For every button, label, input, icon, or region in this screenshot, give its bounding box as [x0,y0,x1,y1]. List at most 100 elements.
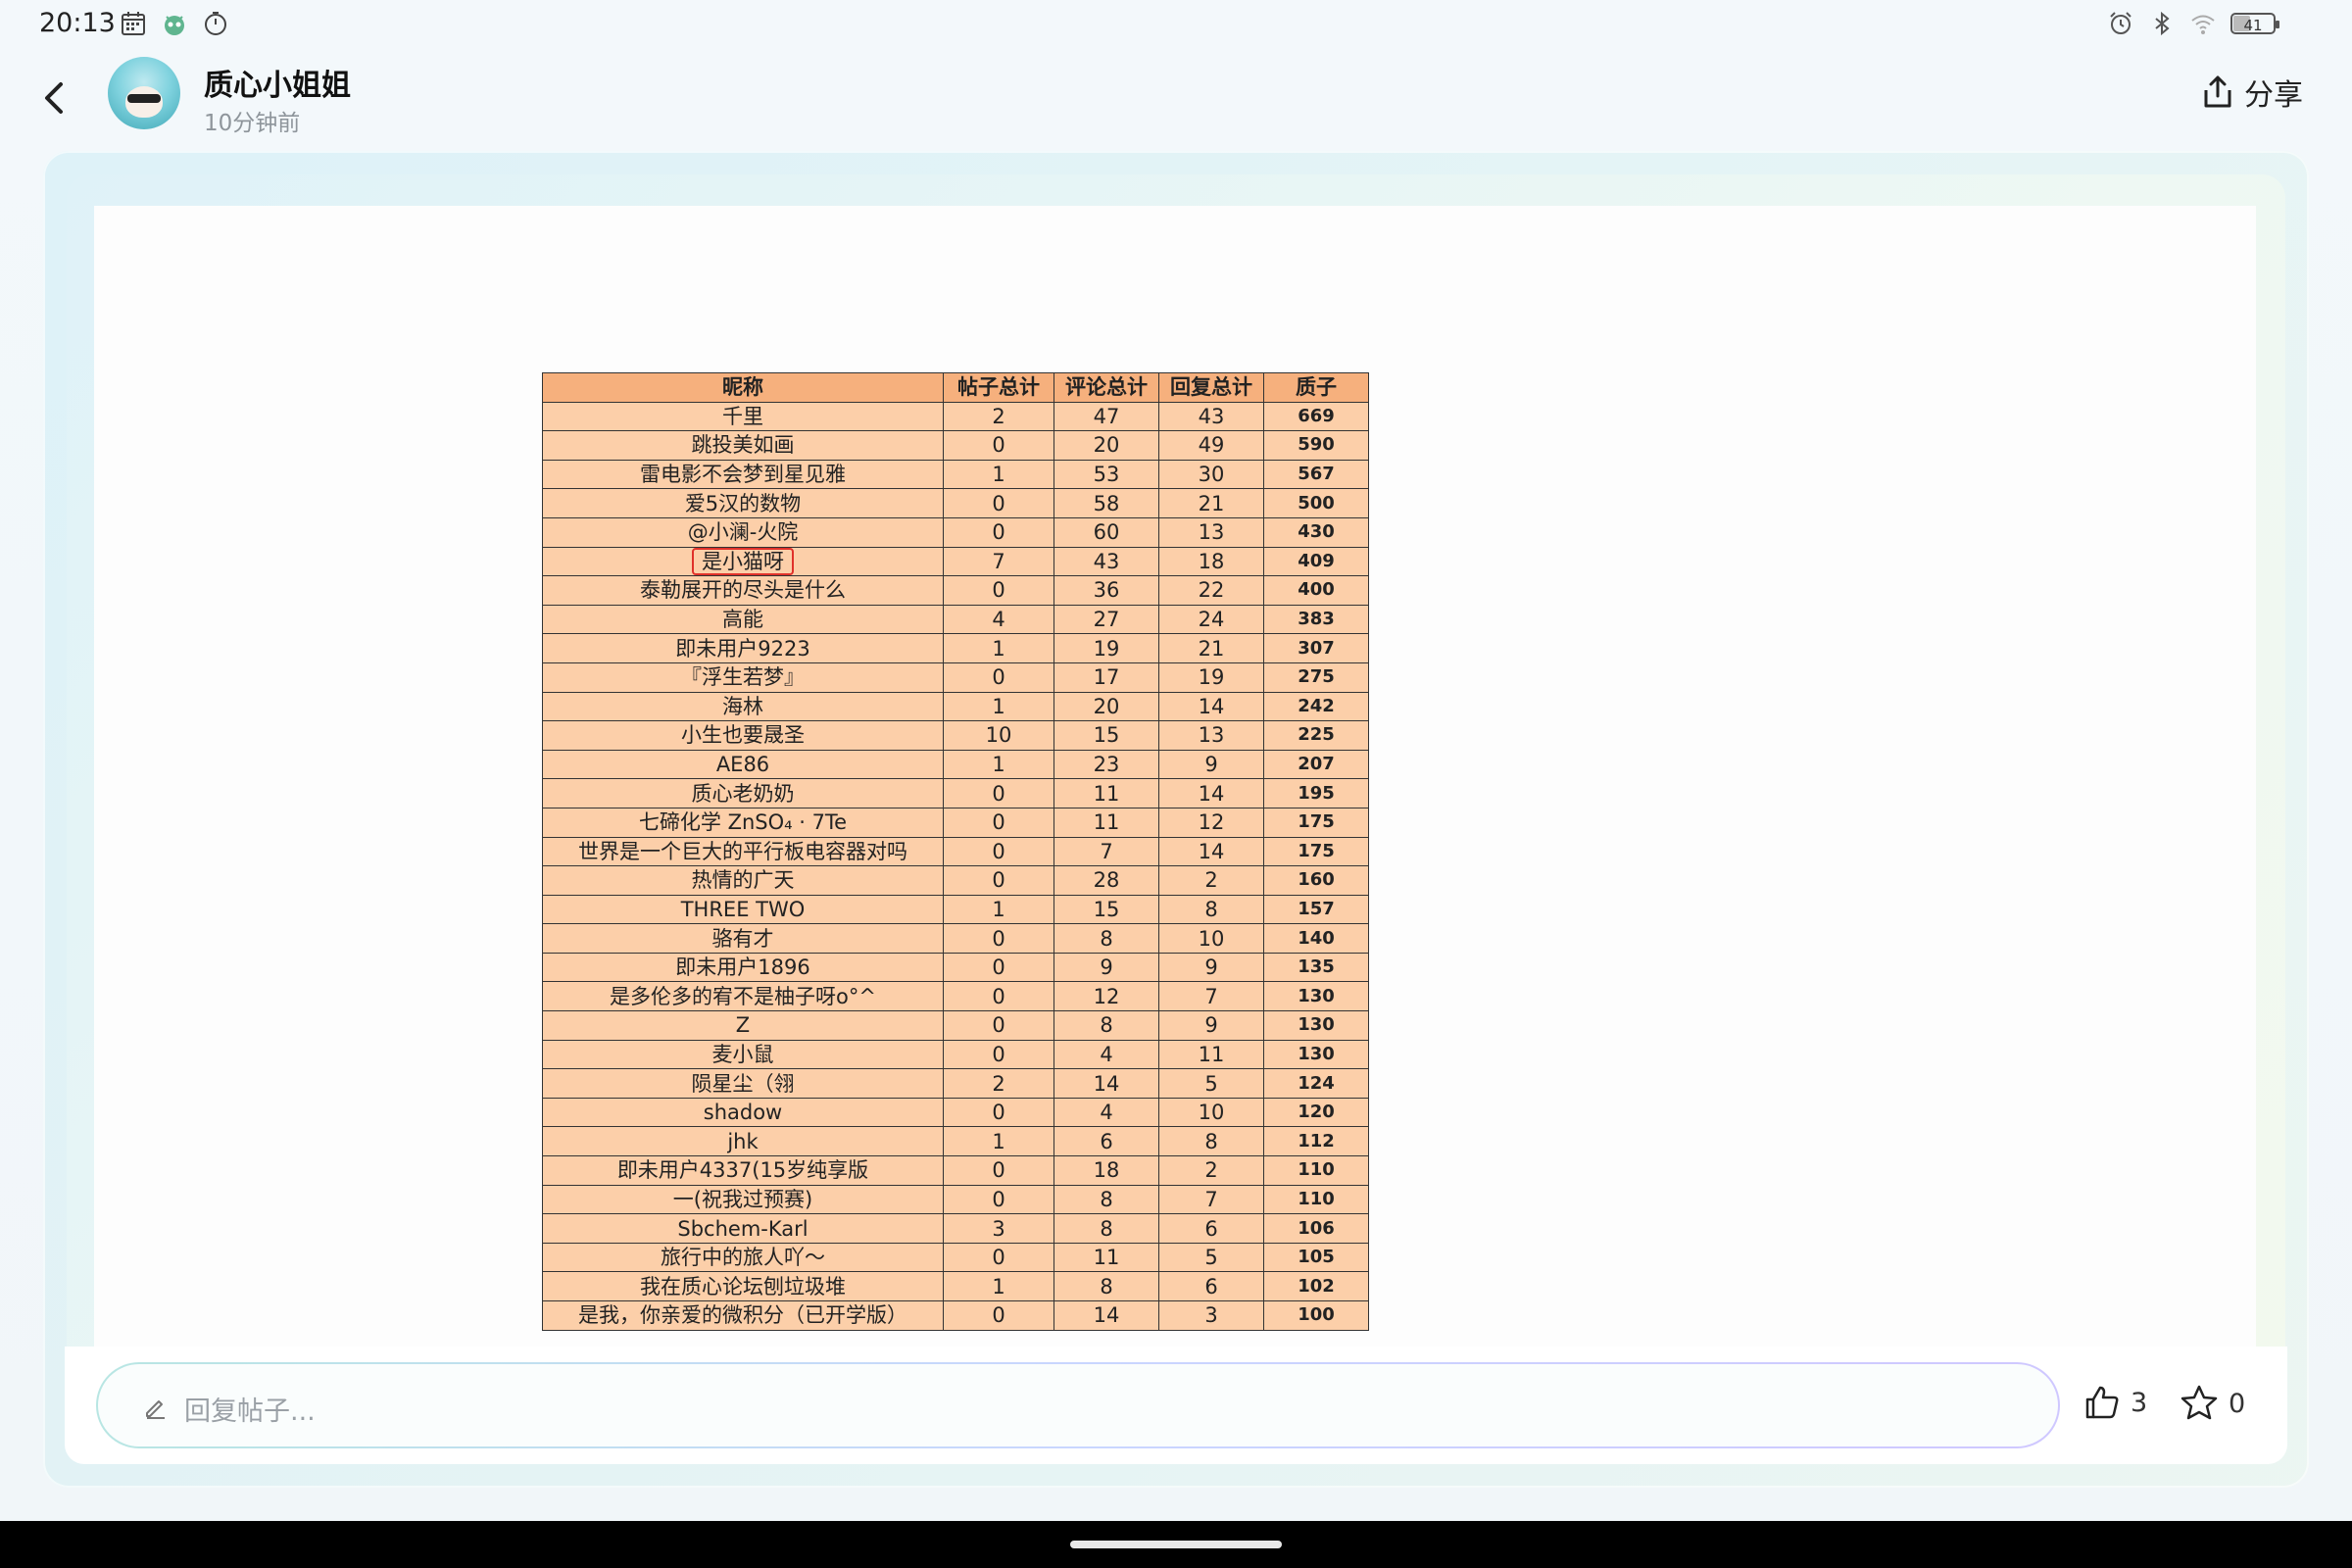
table-cell: 0 [943,1010,1054,1041]
table-cell: 0 [943,430,1054,461]
avatar[interactable] [108,57,180,129]
table-cell: 8 [1054,1213,1159,1244]
table-cell: 10 [1158,923,1264,954]
table-cell: 15 [1054,894,1159,925]
table-cell: 是多伦多的宥不是柚子呀o°^ [542,981,944,1012]
table-cell: 43 [1054,546,1159,577]
share-button[interactable]: 分享 [2201,71,2303,114]
table-cell: 17 [1054,662,1159,693]
table-cell: 307 [1263,633,1369,663]
column-header: 昵称 [542,372,944,403]
table-cell: 9 [1158,1010,1264,1041]
author-name[interactable]: 质心小姐姐 [204,61,351,104]
highlighted-nickname: 是小猫呀 [692,548,794,575]
table-cell: 207 [1263,749,1369,780]
table-cell: 24 [1158,604,1264,635]
table-cell: 爱5汉的数物 [542,488,944,518]
wifi-icon [2191,15,2215,34]
table-cell: 430 [1263,516,1369,548]
pencil-icon [146,1400,165,1419]
star-icon [2180,1385,2218,1420]
table-cell: 6 [1054,1126,1159,1157]
table-cell: 11 [1054,807,1159,838]
table-cell: 质心老奶奶 [542,778,944,808]
table-cell: jhk [542,1126,944,1157]
table-cell: 1 [943,633,1054,663]
table-row: Sbchem-Karl 3 8 6 106 [542,1213,1369,1244]
table-cell: 0 [943,836,1054,867]
table-cell: 5 [1158,1068,1264,1099]
table-cell: 27 [1054,604,1159,635]
reply-placeholder: 回复帖子... [184,1396,316,1427]
table-row: jhk 1 6 8 112 [542,1126,1369,1157]
table-cell: 20 [1054,691,1159,722]
calendar-icon [122,12,145,35]
table-row: 陨星尘（翎 2 14 5 124 [542,1068,1369,1099]
table-cell: 0 [943,952,1054,983]
post-image[interactable]: 昵称 帖子总计 评论总计 回复总计 质子 千里 2 47 43 669 跳投美如画 0 20 4… [94,206,2256,1348]
table-cell: 157 [1263,894,1369,925]
table-cell: 11 [1158,1039,1264,1070]
table-cell: 43 [1158,401,1264,432]
table-cell: 0 [943,1300,1054,1331]
table-cell: @小澜-火院 [542,516,944,548]
table-cell: 7 [1054,836,1159,867]
table-cell-highlighted: 是小猫呀 [542,546,944,577]
table-cell: Sbchem-Karl [542,1213,944,1244]
table-cell: 14 [1054,1300,1159,1331]
table-row: 麦小鼠 0 4 11 130 [542,1039,1369,1070]
table-row: 爱5汉的数物 0 58 21 500 [542,488,1369,518]
reply-input[interactable]: 回复帖子... [96,1362,2060,1448]
table-cell: 669 [1263,401,1369,432]
table-row: 是小猫呀 7 43 18 409 [542,546,1369,577]
table-cell: 1 [943,1126,1054,1157]
table-row: 热情的广天 0 28 2 160 [542,865,1369,896]
table-row: 是我，你亲爱的微积分（已开学版） 0 14 3 100 [542,1300,1369,1331]
table-cell: 4 [1054,1039,1159,1070]
table-row: 『浮生若梦』 0 17 19 275 [542,662,1369,693]
column-header: 帖子总计 [943,372,1054,403]
favorite-count: 0 [2229,1388,2246,1419]
home-indicator[interactable] [1070,1541,1282,1548]
table-cell: 3 [1158,1300,1264,1331]
table-cell: 0 [943,923,1054,954]
table-cell: 36 [1054,575,1159,606]
table-row: 世界是一个巨大的平行板电容器对吗 0 7 14 175 [542,836,1369,867]
status-time: 20:13 [39,8,116,38]
table-cell: 0 [943,662,1054,693]
table-cell: 即未用户1896 [542,952,944,983]
table-cell: 6 [1158,1213,1264,1244]
table-row: 千里 2 47 43 669 [542,401,1369,432]
table-cell: 21 [1158,488,1264,518]
like-button[interactable]: 3 [2083,1384,2147,1421]
table-row: AE86 1 23 9 207 [542,749,1369,780]
favorite-button[interactable]: 0 [2180,1384,2245,1423]
table-cell: 100 [1263,1300,1369,1331]
back-icon[interactable] [35,74,74,122]
table-cell: 383 [1263,604,1369,635]
battery-icon: 41 [2230,13,2279,34]
table-cell: 110 [1263,1155,1369,1186]
table-cell: 58 [1054,488,1159,518]
table-cell: 泰勒展开的尽头是什么 [542,575,944,606]
table-cell: 雷电影不会梦到星见雅 [542,459,944,490]
table-cell: 120 [1263,1097,1369,1128]
table-cell: 麦小鼠 [542,1039,944,1070]
table-cell: 590 [1263,430,1369,461]
table-row: 质心老奶奶 0 11 14 195 [542,778,1369,808]
table-cell: 102 [1263,1271,1369,1301]
table-cell: 135 [1263,952,1369,983]
table-cell: 275 [1263,662,1369,693]
table-cell: 我在质心论坛刨垃圾堆 [542,1271,944,1301]
table-row: 跳投美如画 0 20 49 590 [542,430,1369,461]
table-row: 七碲化学 ZnSO₄ · 7Te 0 11 12 175 [542,807,1369,838]
table-cell: 14 [1054,1068,1159,1099]
table-cell: 2 [1158,1155,1264,1186]
table-cell: 2 [943,1068,1054,1099]
table-row: 即未用户4337(15岁纯享版 0 18 2 110 [542,1155,1369,1186]
column-header: 回复总计 [1158,372,1264,403]
table-body: 千里 2 47 43 669 跳投美如画 0 20 49 590 雷电影不会梦到星见雅 1 53 30 56… [542,401,1369,1331]
table-row: @小澜-火院 0 60 13 430 [542,516,1369,548]
table-header-row: 昵称 帖子总计 评论总计 回复总计 质子 [542,372,1369,403]
table-cell: 140 [1263,923,1369,954]
